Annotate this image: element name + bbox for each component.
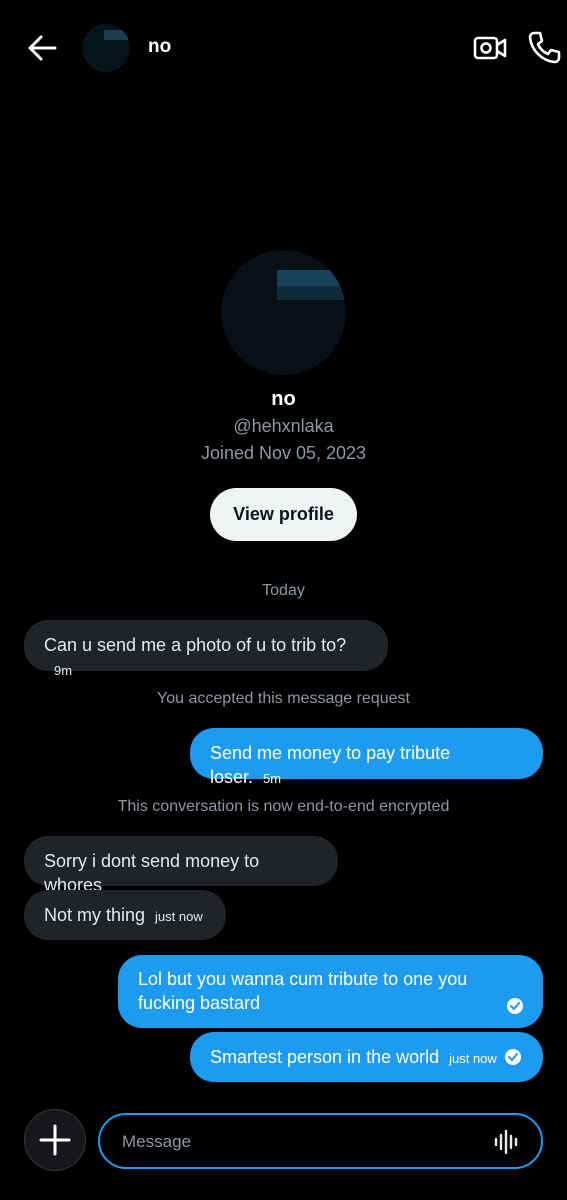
header-name[interactable]: no [148,36,171,58]
profile-avatar [221,250,346,375]
message-sent[interactable]: Send me money to pay tribute loser. 5m [190,728,543,787]
message-text: Sorry i dont send money to whores [44,851,260,895]
message-text: Not my thing [44,905,146,925]
message-time: 9m [54,663,73,678]
message-text: Smartest person in the world [210,1047,440,1067]
video-call-icon[interactable] [472,30,508,66]
back-arrow-icon[interactable] [24,30,60,66]
profile-joined-date: Joined Nov 05, 2023 [200,443,367,463]
read-receipt-icon [507,998,523,1014]
voice-message-icon[interactable] [493,1128,521,1156]
message-text: Send me money to pay tribute loser. [210,743,451,787]
profile-handle: @hehxnlaka [233,416,334,436]
view-profile-button[interactable]: View profile [210,488,357,541]
message-sent[interactable]: Lol but you wanna cum tribute to one you… [118,955,543,1028]
header-avatar[interactable] [82,24,130,72]
read-receipt-icon [504,1049,521,1065]
message-sent[interactable]: Smartest person in the world just now [190,1032,543,1082]
message-received[interactable]: Not my thing just now [24,890,226,940]
profile-name: no [271,388,296,410]
message-received[interactable]: Can u send me a photo of u to trib to? 9m [24,620,388,678]
add-attachment-button[interactable] [24,1109,86,1171]
top-bar: no [0,0,567,96]
encryption-note: This conversation is now end-to-end encr… [117,798,450,815]
date-separator: Today [262,582,305,599]
message-received[interactable]: Sorry i dont send money to whores [24,836,338,895]
message-time: just now [155,909,203,924]
message-time: just now [449,1051,497,1066]
message-text: Can u send me a photo of u to trib to? [44,635,347,655]
plus-icon [39,1124,71,1156]
message-time: 5m [263,771,282,786]
message-text: Lol but you wanna cum tribute to one you… [138,969,468,1013]
message-input[interactable] [122,1129,482,1155]
message-composer[interactable] [98,1113,543,1169]
request-accepted-note: You accepted this message request [157,690,410,707]
phone-call-icon[interactable] [526,29,562,65]
